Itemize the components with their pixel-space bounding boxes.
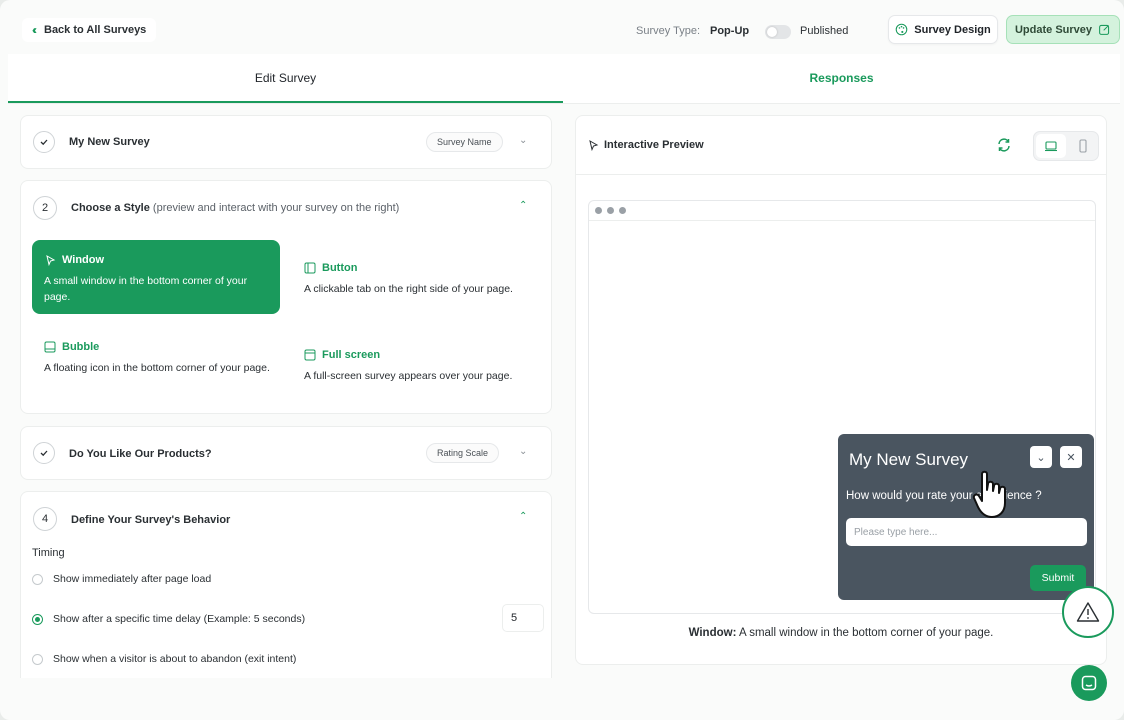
style-option-bubble-desc: A floating icon in the bottom corner of …	[44, 362, 270, 374]
bubble-icon	[44, 341, 56, 353]
preview-caption: Window: A small window in the bottom cor…	[576, 627, 1106, 639]
choose-style-subtitle: (preview and interact with your survey o…	[152, 202, 400, 214]
check-circle-icon	[33, 131, 55, 153]
widget-close-button[interactable]: ✕	[1060, 446, 1082, 468]
chevron-up-icon[interactable]: ⌃	[519, 200, 527, 211]
cursor-click-icon	[46, 254, 56, 266]
close-icon: ✕	[1066, 451, 1076, 464]
survey-design-button[interactable]: Survey Design	[888, 15, 998, 44]
update-survey-label: Update Survey	[1014, 23, 1093, 36]
tab-responses[interactable]: Responses	[563, 54, 1120, 102]
top-bar: ‹‹ Back to All Surveys Survey Type: Pop-…	[0, 0, 1124, 56]
timing-option-delay[interactable]: Show after a specific time delay (Exampl…	[32, 613, 305, 625]
radio-button[interactable]	[32, 573, 43, 585]
style-option-window-desc: A small window in the bottom corner of y…	[44, 275, 248, 303]
caption-bold: Window:	[688, 627, 737, 639]
question-title: Do You Like Our Products?	[69, 448, 212, 460]
tab-bar: Edit Survey Responses	[8, 54, 1120, 104]
app-frame: ‹‹ Back to All Surveys Survey Type: Pop-…	[0, 0, 1124, 720]
style-option-full-screen[interactable]: Full screen A full-screen survey appears…	[292, 335, 540, 409]
chat-button[interactable]	[1071, 665, 1107, 701]
style-option-bubble-label: Bubble	[62, 341, 100, 353]
survey-name-title: My New Survey	[69, 136, 150, 148]
palette-icon	[895, 23, 908, 36]
step-number: 4	[33, 507, 57, 531]
choose-style-title: Choose a Style (preview and interact wit…	[71, 202, 399, 214]
survey-name-pill: Survey Name	[426, 132, 503, 152]
style-option-button-label: Button	[322, 262, 358, 274]
survey-design-label: Survey Design	[914, 23, 991, 36]
style-option-title: Window	[44, 254, 104, 266]
behavior-title: Define Your Survey's Behavior	[71, 514, 231, 526]
tab-edit-survey[interactable]: Edit Survey	[8, 54, 563, 103]
style-option-bubble[interactable]: Bubble A floating icon in the bottom cor…	[32, 327, 280, 401]
style-option-full-screen-label: Full screen	[322, 349, 381, 361]
chevron-down-icon[interactable]: ⌄	[519, 446, 527, 457]
timing-option-immediate[interactable]: Show immediately after page load	[32, 573, 211, 585]
style-option-window-label: Window	[62, 254, 105, 266]
style-option-full-screen-desc: A full-screen survey appears over your p…	[304, 370, 513, 382]
update-survey-button[interactable]: Update Survey	[1006, 15, 1120, 44]
browser-dot-icon	[619, 207, 626, 214]
timing-option-label: Show immediately after page load	[53, 573, 212, 585]
widget-question: How would you rate your experience ?	[846, 490, 1042, 502]
survey-type-label: Survey Type:	[636, 25, 700, 37]
style-option-window[interactable]: Window A small window in the bottom corn…	[32, 240, 280, 314]
edit-square-icon	[1099, 24, 1110, 35]
published-toggle[interactable]	[765, 25, 791, 39]
double-chevron-left-icon: ‹‹	[32, 23, 37, 37]
style-option-button[interactable]: Button A clickable tab on the right side…	[292, 248, 540, 322]
radio-button[interactable]	[32, 653, 43, 665]
survey-widget: My New Survey ⌄ ✕ How would you rate you…	[838, 434, 1094, 600]
timing-option-label: Show when a visitor is about to abandon …	[53, 653, 297, 665]
chevron-down-icon: ⌄	[1036, 451, 1046, 464]
check-circle-icon	[33, 442, 55, 464]
browser-dot-icon	[607, 207, 614, 214]
mobile-view-button[interactable]	[1068, 134, 1098, 158]
preview-title: Interactive Preview	[604, 139, 704, 151]
refresh-icon[interactable]	[996, 137, 1012, 153]
timing-option-exit-intent[interactable]: Show when a visitor is about to abandon …	[32, 653, 296, 665]
delay-seconds-input[interactable]: 5	[502, 604, 544, 632]
caption-text: A small window in the bottom corner of y…	[736, 627, 994, 639]
device-toggle	[1033, 131, 1099, 161]
question-type-pill: Rating Scale	[426, 443, 500, 463]
choose-style-heading: Choose a Style	[71, 202, 150, 214]
style-option-title: Full screen	[304, 349, 380, 361]
browser-dot-icon	[595, 207, 602, 214]
back-to-surveys-button[interactable]: ‹‹ Back to All Surveys	[22, 18, 157, 42]
widget-answer-input[interactable]: Please type here...	[846, 518, 1087, 546]
warning-button[interactable]	[1062, 586, 1114, 638]
widget-title: My New Survey	[849, 450, 969, 469]
laptop-icon	[1045, 141, 1057, 152]
edit-panel: My New Survey Survey Name ⌄ 2 Choose a S…	[8, 104, 563, 678]
cursor-click-icon	[589, 139, 599, 151]
chat-icon	[1081, 675, 1097, 691]
preview-divider	[576, 174, 1106, 175]
full-screen-icon	[304, 349, 316, 361]
step-question-card[interactable]: Do You Like Our Products? Rating Scale ⌄	[20, 426, 552, 480]
style-option-title: Bubble	[44, 341, 99, 353]
button-tab-icon	[304, 262, 316, 274]
radio-button-selected[interactable]	[32, 613, 43, 625]
back-label: Back to All Surveys	[44, 24, 147, 36]
published-label: Published	[800, 25, 849, 37]
phone-icon	[1079, 139, 1087, 153]
step-choose-style-card: 2 Choose a Style (preview and interact w…	[20, 180, 552, 414]
timing-label: Timing	[32, 547, 65, 559]
style-option-title: Button	[304, 262, 357, 274]
step-number: 2	[33, 196, 57, 220]
survey-type-value[interactable]: Pop-Up	[710, 25, 749, 37]
widget-minimize-button[interactable]: ⌄	[1030, 446, 1052, 468]
warning-triangle-icon	[1076, 602, 1100, 622]
chevron-down-icon[interactable]: ⌄	[519, 135, 527, 146]
chevron-up-icon[interactable]: ⌃	[519, 511, 527, 522]
style-option-button-desc: A clickable tab on the right side of you…	[304, 283, 513, 295]
timing-option-label: Show after a specific time delay (Exampl…	[53, 613, 306, 625]
step-survey-name-card[interactable]: My New Survey Survey Name ⌄	[20, 115, 552, 169]
desktop-view-button[interactable]	[1036, 134, 1066, 158]
browser-bar	[589, 201, 1095, 221]
hand-pointer-icon	[972, 470, 1006, 518]
